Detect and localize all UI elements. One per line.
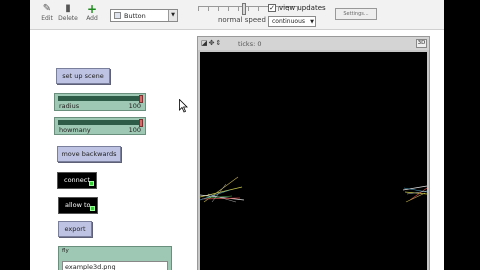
view-updates-toggle[interactable]: ✓ view updates (268, 4, 326, 12)
delete-tool[interactable]: ▮ Delete (56, 3, 80, 23)
update-mode-value: continuous (272, 18, 305, 25)
connect-forever-button[interactable]: connect (57, 172, 97, 189)
move-backwards-button[interactable]: move backwards (57, 146, 121, 162)
turtles-drawing (200, 176, 427, 203)
howmany-slider[interactable]: howmany 100 (54, 117, 146, 135)
slider-name: howmany (59, 126, 91, 134)
add-tool[interactable]: + Add (80, 3, 104, 23)
update-mode-select[interactable]: continuous ▼ (268, 16, 316, 27)
speed-slider-thumb[interactable] (242, 3, 246, 15)
left-turtle-cluster (200, 176, 245, 203)
widget-type-value: Button (124, 11, 146, 20)
ticks-counter: ticks: 0 (238, 40, 262, 48)
allow-to-label: allow to (65, 201, 91, 209)
radius-slider[interactable]: radius 100 (54, 93, 146, 111)
slider-track (58, 120, 142, 125)
connect-label: connect (64, 176, 90, 184)
speed-label: normal speed (218, 16, 266, 24)
slider-track (58, 96, 142, 101)
forever-icon (89, 181, 94, 186)
widget-type-select[interactable]: Button ▼ (110, 9, 178, 22)
input-field[interactable]: example3d.png (62, 261, 168, 270)
view-panel: ◪✥⇕ ticks: 0 3D (197, 36, 430, 270)
slider-name: radius (59, 102, 80, 110)
view-control-icons[interactable]: ◪✥⇕ (201, 39, 222, 47)
trash-icon: ▮ (65, 3, 71, 14)
view-updates-checkbox[interactable]: ✓ (268, 4, 276, 12)
toolbar: ✎ Edit ▮ Delete + Add Button ▼ normal sp… (30, 0, 444, 30)
delete-label: Delete (58, 15, 78, 22)
slider-value: 100 (128, 126, 141, 134)
settings-button[interactable]: Settings... (335, 8, 377, 20)
netlogo-window: ✎ Edit ▮ Delete + Add Button ▼ normal sp… (30, 0, 444, 270)
right-turtle-cluster (402, 185, 427, 203)
world-view[interactable] (200, 52, 427, 270)
plus-icon: + (86, 2, 98, 16)
view-header: ◪✥⇕ ticks: 0 3D (198, 37, 429, 50)
chevron-down-icon: ▼ (310, 19, 314, 25)
button-swatch-icon (114, 12, 121, 19)
input-widget: fly example3d.png (58, 246, 172, 270)
forever-icon (90, 206, 95, 211)
export-button[interactable]: export (58, 221, 92, 237)
allow-to-forever-button[interactable]: allow to (58, 197, 98, 214)
3d-view-button[interactable]: 3D (416, 39, 427, 48)
input-label: fly (62, 248, 69, 254)
slider-value: 100 (128, 102, 141, 110)
chevron-down-icon: ▼ (168, 10, 177, 21)
add-label: Add (86, 15, 98, 22)
view-updates-label: view updates (279, 4, 326, 12)
mouse-cursor-icon (179, 99, 188, 113)
set-up-scene-button[interactable]: set up scene (56, 68, 110, 84)
